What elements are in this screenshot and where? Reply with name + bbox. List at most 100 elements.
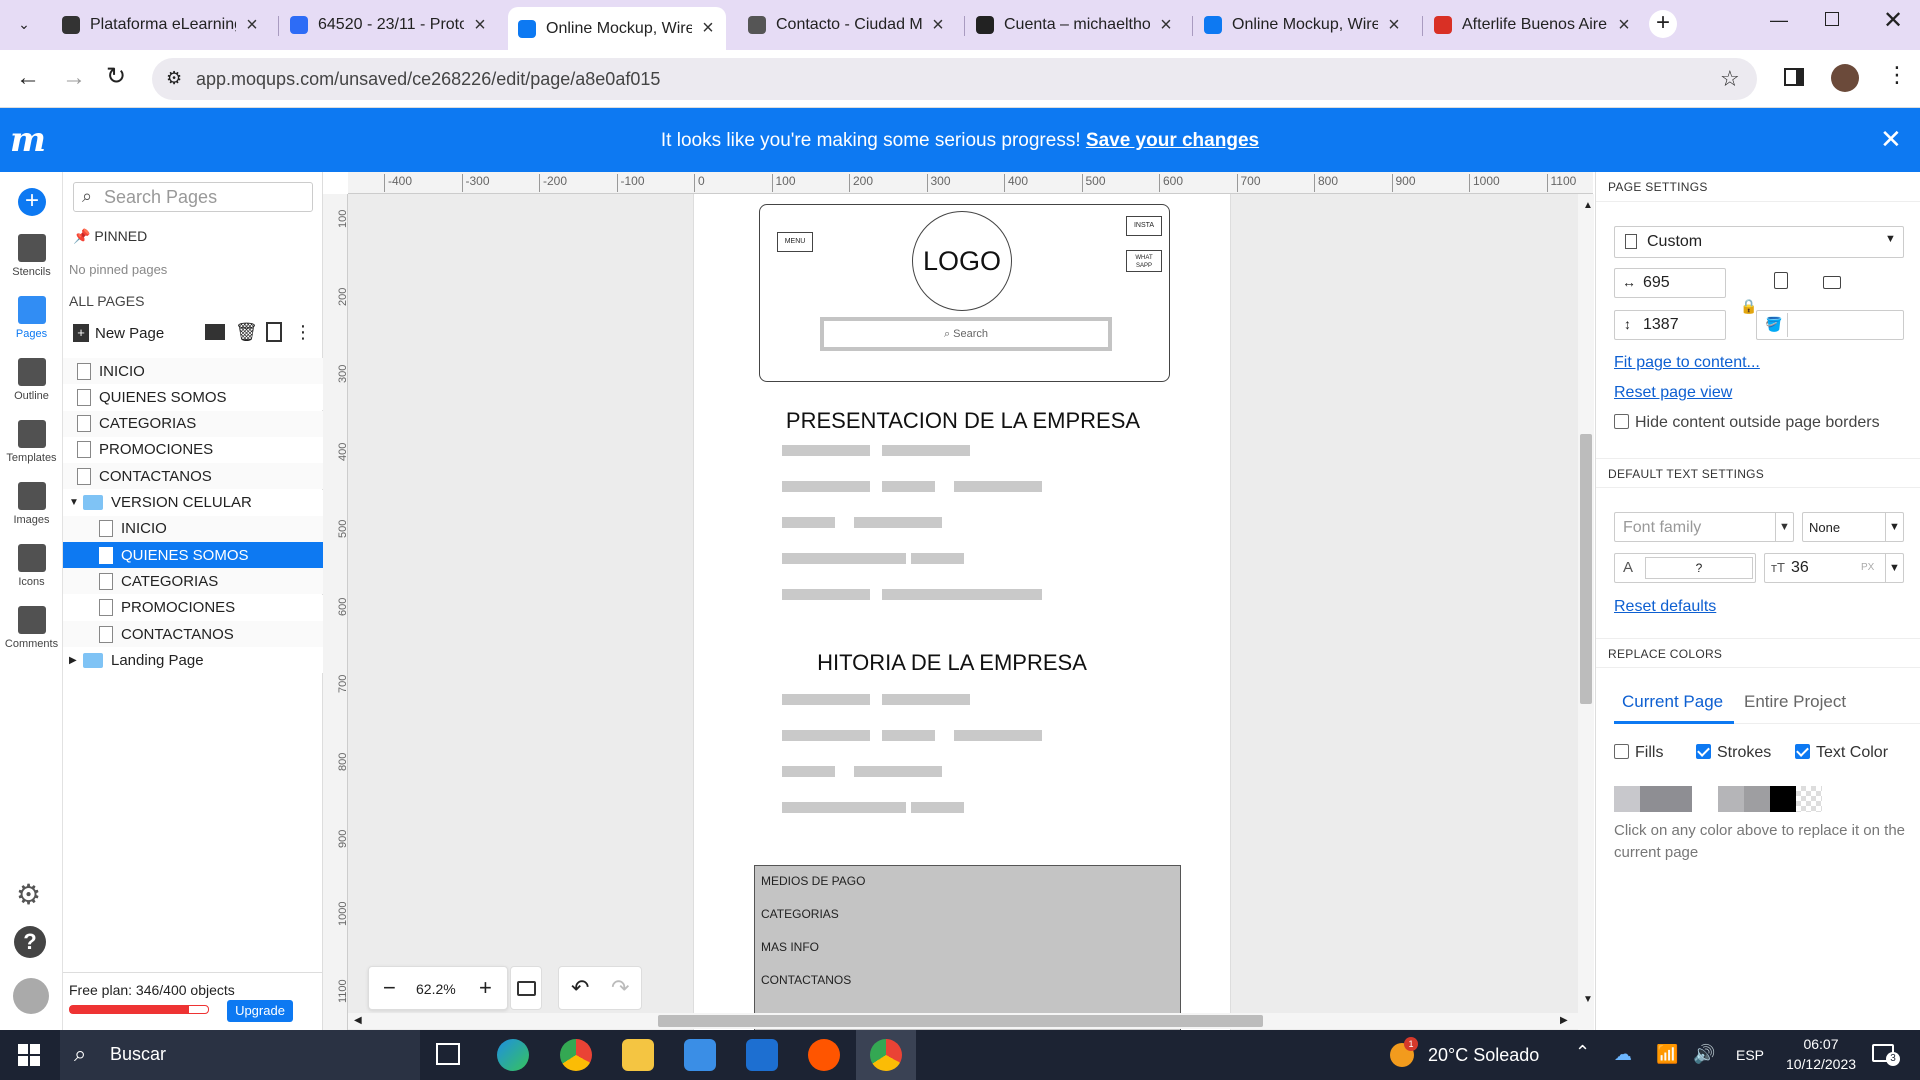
placeholder-text-line[interactable]: [882, 694, 970, 705]
color-swatch[interactable]: [1796, 786, 1822, 812]
placeholder-text-line[interactable]: [911, 802, 964, 813]
undo-icon[interactable]: ↶: [571, 975, 589, 1001]
page-item[interactable]: CONTACTANOS: [63, 463, 323, 490]
weather-sun-icon[interactable]: 1: [1390, 1037, 1418, 1067]
duplicate-page-icon[interactable]: [266, 322, 282, 342]
user-avatar-icon[interactable]: [13, 978, 49, 1014]
page-fill-color-input[interactable]: 🪣: [1756, 310, 1904, 340]
hide-content-option[interactable]: Hide content outside page borders: [1614, 414, 1880, 432]
checkbox[interactable]: [1696, 744, 1711, 759]
page-item[interactable]: CONTACTANOS: [63, 621, 323, 647]
placeholder-text-line[interactable]: [954, 481, 1042, 492]
horizontal-scroll-thumb[interactable]: [658, 1015, 1263, 1027]
text-color-input[interactable]: A ?: [1614, 553, 1756, 583]
rail-templates[interactable]: Templates: [0, 420, 63, 464]
back-icon[interactable]: ←: [16, 64, 40, 92]
lock-aspect-icon[interactable]: 🔒: [1740, 298, 1757, 315]
placeholder-text-line[interactable]: [854, 517, 942, 528]
bookmark-star-icon[interactable]: ☆: [1720, 66, 1740, 92]
browser-tab[interactable]: Plataforma eLearning ×: [52, 7, 270, 43]
page-item[interactable]: PROMOCIONES: [63, 594, 323, 621]
placeholder-text-line[interactable]: [782, 553, 906, 564]
footer-link[interactable]: MAS INFO: [761, 940, 819, 954]
add-icon[interactable]: +: [18, 188, 46, 216]
placeholder-text-line[interactable]: [911, 553, 964, 564]
menu-box[interactable]: MENU: [777, 232, 813, 252]
tab-current-page[interactable]: Current Page: [1614, 692, 1734, 724]
checkbox[interactable]: [1795, 744, 1810, 759]
page-item[interactable]: QUIENES SOMOS: [63, 542, 323, 569]
replace-strokes-option[interactable]: Strokes: [1696, 744, 1771, 762]
forward-icon[interactable]: →: [62, 64, 86, 92]
vertical-scrollbar-track[interactable]: ▲ ▼: [1578, 194, 1594, 1030]
rail-images[interactable]: Images: [0, 482, 63, 526]
omnibox[interactable]: ⚙ app.moqups.com/unsaved/ce268226/edit/p…: [152, 58, 1757, 100]
search-bar-frame[interactable]: ⌕ Search: [820, 317, 1112, 351]
color-swatch[interactable]: [1614, 786, 1640, 812]
placeholder-text-line[interactable]: [882, 445, 970, 456]
edge-icon[interactable]: [497, 1039, 529, 1071]
chrome-icon[interactable]: [560, 1039, 592, 1071]
close-tab-icon[interactable]: ×: [244, 14, 260, 37]
new-folder-icon[interactable]: [205, 324, 225, 340]
rail-icons[interactable]: Icons: [0, 544, 63, 588]
whatsapp-box[interactable]: WHAT SAPP: [1126, 250, 1162, 272]
reload-icon[interactable]: ↻: [106, 62, 126, 91]
historia-heading[interactable]: HITORIA DE LA EMPRESA: [694, 650, 1210, 676]
placeholder-text-line[interactable]: [782, 445, 870, 456]
placeholder-text-line[interactable]: [882, 730, 935, 741]
mockup-page[interactable]: MENU LOGO INSTA WHAT SAPP ⌕ Search PRESE…: [693, 194, 1231, 1030]
remote-desktop-icon[interactable]: [746, 1039, 778, 1071]
color-swatch[interactable]: [1640, 786, 1692, 812]
delete-page-icon[interactable]: 🗑: [235, 322, 258, 343]
zoom-out-button[interactable]: −: [383, 975, 396, 1001]
page-size-preset-select[interactable]: Custom ▼: [1614, 226, 1904, 258]
page-folder[interactable]: ▶ Landing Page: [63, 647, 323, 674]
save-changes-link[interactable]: Save your changes: [1086, 130, 1259, 151]
page-item[interactable]: CATEGORIAS: [63, 410, 323, 437]
volume-icon[interactable]: 🔊: [1693, 1044, 1715, 1065]
placeholder-text-line[interactable]: [882, 589, 1042, 600]
new-page-button[interactable]: + New Page: [73, 324, 164, 342]
placeholder-text-line[interactable]: [954, 730, 1042, 741]
windows-start-icon[interactable]: [18, 1044, 40, 1066]
browser-tab[interactable]: Online Mockup, Wire ×: [1194, 7, 1412, 43]
color-swatch[interactable]: [1692, 786, 1718, 812]
onedrive-icon[interactable]: ☁: [1614, 1044, 1632, 1065]
color-swatch[interactable]: [1718, 786, 1744, 812]
settings-gear-icon[interactable]: ⚙: [16, 878, 41, 911]
rail-comments[interactable]: Comments: [0, 606, 63, 650]
placeholder-text-line[interactable]: [782, 694, 870, 705]
footer-box[interactable]: MEDIOS DE PAGO CATEGORIAS MAS INFO CONTACTA…: [754, 865, 1181, 1030]
logo-circle[interactable]: LOGO: [912, 211, 1012, 311]
soundcloud-icon[interactable]: [808, 1039, 840, 1071]
placeholder-text-line[interactable]: [782, 481, 870, 492]
browser-tab[interactable]: Online Mockup, Wire ×: [508, 7, 726, 50]
footer-link[interactable]: CATEGORIAS: [761, 907, 839, 921]
upgrade-button[interactable]: Upgrade: [227, 1000, 293, 1022]
page-width-input[interactable]: ↔ 695: [1614, 268, 1726, 298]
tab-entire-project[interactable]: Entire Project: [1738, 692, 1846, 712]
replace-text-color-option[interactable]: Text Color: [1795, 744, 1888, 762]
close-tab-icon[interactable]: ×: [1386, 14, 1402, 37]
url-text[interactable]: app.moqups.com/unsaved/ce268226/edit/pag…: [196, 69, 660, 90]
taskbar-search-box[interactable]: ⌕ Buscar: [60, 1030, 420, 1080]
new-tab-button[interactable]: +: [1649, 10, 1677, 38]
landscape-orientation-icon[interactable]: [1823, 276, 1841, 289]
placeholder-text-line[interactable]: [882, 481, 935, 492]
more-options-icon[interactable]: ⋮: [294, 322, 312, 343]
page-height-input[interactable]: ↕ 1387: [1614, 310, 1726, 340]
file-explorer-icon[interactable]: [622, 1039, 654, 1071]
close-tab-icon[interactable]: ×: [930, 14, 946, 37]
browser-tab[interactable]: Contacto - Ciudad M ×: [738, 7, 956, 43]
profile-avatar[interactable]: [1831, 64, 1859, 92]
minimize-button[interactable]: —: [1770, 10, 1788, 31]
caret-down-icon[interactable]: ▼: [69, 497, 83, 508]
checkbox[interactable]: [1614, 744, 1629, 759]
placeholder-text-line[interactable]: [782, 730, 870, 741]
browser-tab[interactable]: Cuenta – michaeltho ×: [966, 7, 1184, 43]
rail-outline[interactable]: Outline: [0, 358, 63, 402]
placeholder-text-line[interactable]: [782, 517, 835, 528]
maximize-button[interactable]: [1825, 12, 1839, 26]
browser-tab[interactable]: Afterlife Buenos Aire ×: [1424, 7, 1642, 43]
